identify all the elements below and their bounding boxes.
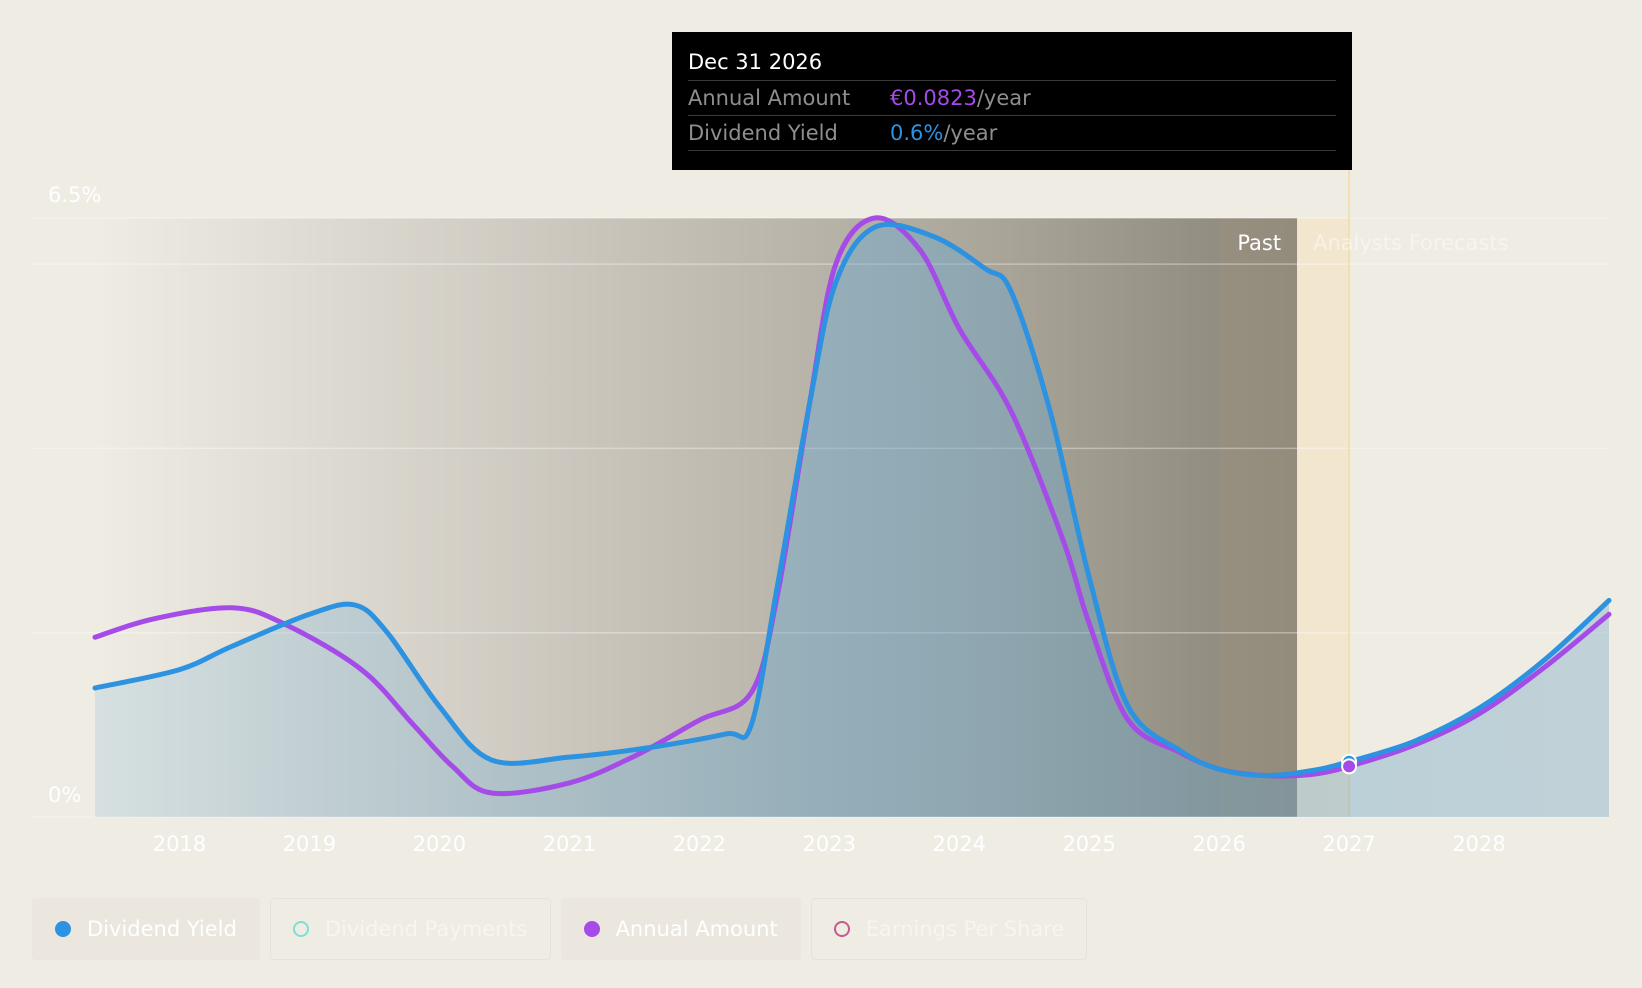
tooltip-annual-amount-unit: /year (976, 86, 1031, 110)
legend-label: Dividend Yield (87, 917, 237, 941)
earnings-per-share-ring-icon (833, 921, 850, 937)
y-axis-top-label: 6.5% (48, 183, 101, 207)
tooltip-date: Dec 31 2026 (688, 46, 1336, 81)
x-tick-label: 2024 (932, 832, 985, 856)
dividend-yield-dot-icon (55, 921, 71, 937)
legend-item-annual-amount[interactable]: Annual Amount (560, 898, 801, 960)
x-tick-label: 2028 (1452, 832, 1505, 856)
past-edge-band (1219, 218, 1298, 817)
x-tick-label: 2027 (1322, 832, 1375, 856)
legend-item-dividend-payments[interactable]: Dividend Payments (269, 898, 551, 960)
annual-amount-marker (1341, 758, 1358, 775)
legend-label: Dividend Payments (324, 917, 528, 941)
x-tick-label: 2020 (413, 832, 466, 856)
tooltip: Dec 31 2026 Annual Amount €0.0823/year D… (672, 32, 1352, 170)
tooltip-yield-label: Dividend Yield (688, 121, 838, 145)
legend-item-earnings-per-share[interactable]: Earnings Per Share (810, 898, 1088, 960)
annual-amount-dot-icon (583, 921, 600, 937)
legend-label: Earnings Per Share (865, 917, 1065, 941)
dividend-payments-ring-icon (292, 921, 309, 937)
tooltip-yield-row: Dividend Yield 0.6%/year (688, 116, 1336, 151)
legend-label: Annual Amount (615, 917, 778, 941)
x-tick-label: 2022 (673, 832, 726, 856)
past-label: Past (1237, 231, 1281, 255)
tooltip-annual-amount-row: Annual Amount €0.0823/year (688, 81, 1336, 116)
tooltip-yield-unit: /year (943, 121, 998, 145)
x-tick-label: 2018 (153, 832, 206, 856)
tooltip-yield-value: 0.6% (890, 121, 944, 145)
forecast-label: Analysts Forecasts (1313, 231, 1508, 255)
x-tick-label: 2023 (803, 832, 856, 856)
x-tick-label: 2026 (1192, 832, 1245, 856)
x-tick-label: 2025 (1062, 832, 1115, 856)
legend-item-dividend-yield[interactable]: Dividend Yield (32, 898, 260, 960)
forecast-highlight-band (1297, 218, 1350, 817)
tooltip-annual-amount-label: Annual Amount (688, 86, 851, 110)
y-axis-bottom-label: 0% (48, 783, 81, 807)
tooltip-annual-amount-value: €0.0823 (890, 86, 977, 110)
legend: Dividend Yield Dividend Payments Annual … (32, 898, 1097, 960)
x-tick-label: 2019 (283, 832, 336, 856)
x-tick-label: 2021 (543, 832, 596, 856)
